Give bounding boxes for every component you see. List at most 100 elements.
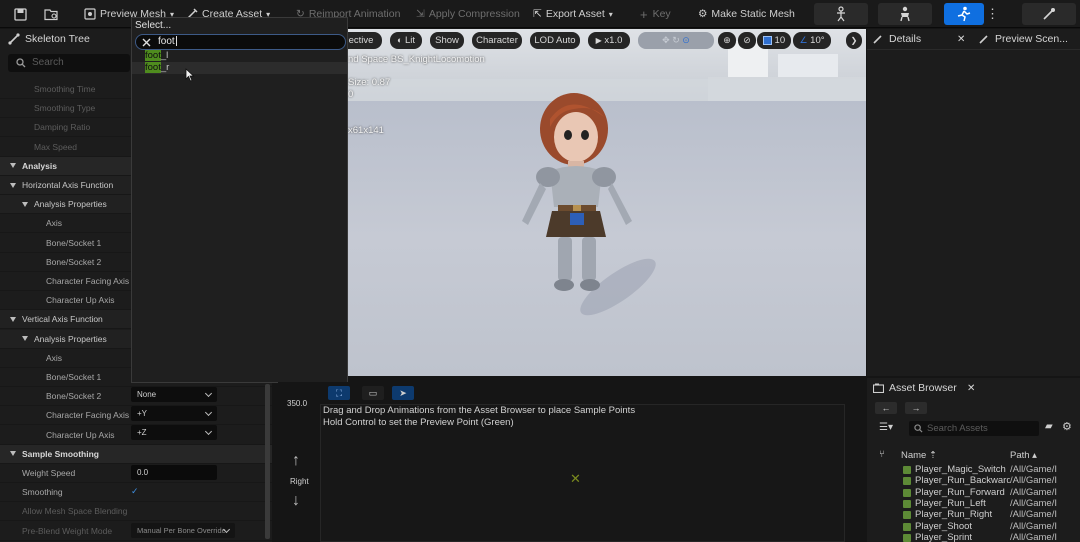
physics-mode-button[interactable]: [1022, 3, 1076, 25]
perspective-button[interactable]: ective: [348, 32, 382, 49]
preview-viewport[interactable]: ective ◐ Lit Show Character LOD Auto ▶ x…: [348, 29, 866, 376]
close-icon[interactable]: [142, 38, 151, 47]
tree-toggle-icon[interactable]: ⑂: [879, 449, 885, 460]
folder-button[interactable]: ▰: [1045, 421, 1053, 432]
make-static-mesh-button[interactable]: ⚙ Make Static Mesh: [698, 4, 795, 24]
apply-compression-button[interactable]: ⇲ Apply Compression: [416, 4, 520, 24]
key-button[interactable]: + Key: [640, 4, 671, 24]
chevron-down-icon: [204, 408, 213, 417]
lod-button[interactable]: LOD Auto: [530, 32, 580, 49]
property-row[interactable]: Sample Smoothing: [0, 444, 272, 464]
back-button[interactable]: ←: [875, 402, 897, 414]
globe-icon: ⊕: [723, 35, 731, 45]
scale-icon[interactable]: ⊙: [682, 35, 690, 45]
asset-path: /All/Game/I: [1010, 531, 1057, 542]
viewport-size-info: Size: 0.87: [348, 77, 391, 88]
asset-path: /All/Game/I: [1010, 520, 1057, 532]
column-path-header[interactable]: Path ▴: [1010, 450, 1037, 461]
filter-icon: ☰▾: [879, 422, 893, 433]
tab-preview-scene[interactable]: Preview Scen...: [979, 29, 1068, 49]
viewport-bounds-info: x61x141: [348, 125, 384, 136]
asset-list-item[interactable]: Player_Shoot/All/Game/I: [867, 521, 1080, 532]
animation-mode-button[interactable]: [944, 3, 984, 25]
world-local-button[interactable]: ⊕: [718, 32, 736, 49]
expand-arrow-icon[interactable]: [22, 336, 28, 342]
expand-arrow-icon[interactable]: [10, 182, 16, 188]
lit-icon: ◐: [396, 35, 403, 45]
close-details-tab-button[interactable]: ✕: [957, 29, 965, 49]
browse-button[interactable]: [44, 4, 59, 24]
grid-snap-button[interactable]: 10: [757, 32, 791, 49]
up-axis-combo[interactable]: +Z: [131, 425, 217, 440]
skeleton-search-input[interactable]: Search: [8, 54, 130, 72]
asset-list-item[interactable]: Player_Run_Forward/All/Game/I: [867, 487, 1080, 498]
bone-socket-2-combo[interactable]: None: [131, 387, 217, 402]
play-icon: ▶: [595, 36, 602, 45]
property-label: Analysis Properties: [34, 333, 107, 344]
asset-list-item[interactable]: Player_Sprint/All/Game/I: [867, 532, 1080, 542]
preview-point-marker[interactable]: ✕: [570, 471, 581, 487]
asset-list-item[interactable]: Player_Magic_Switch/All/Game/I: [867, 464, 1080, 475]
details-panel: Details ✕ Preview Scen...: [867, 29, 1080, 376]
facing-axis-combo[interactable]: +Y: [131, 406, 217, 421]
expand-arrow-icon[interactable]: [10, 316, 16, 322]
animation-sequence-icon: [903, 488, 911, 497]
translate-icon[interactable]: ✥ ↻: [662, 35, 682, 45]
column-name-label: Name: [901, 450, 927, 461]
save-button[interactable]: [14, 4, 27, 24]
asset-list-item[interactable]: Player_Run_Right/All/Game/I: [867, 509, 1080, 520]
fit-view-button[interactable]: ⛶: [328, 386, 350, 400]
animation-sequence-icon: [903, 522, 911, 531]
smoothing-checkbox[interactable]: ✓: [131, 486, 139, 497]
tab-asset-browser[interactable]: Asset Browser: [873, 378, 957, 398]
tab-skeleton-tree[interactable]: Skeleton Tree: [8, 29, 90, 49]
expand-arrow-icon[interactable]: [22, 201, 28, 207]
blend-space-grid[interactable]: Drag and Drop Animations from the Asset …: [320, 404, 845, 542]
expand-arrow-icon[interactable]: [10, 451, 16, 457]
angle-icon: ∠: [799, 35, 808, 45]
property-row: Allow Mesh Space Blending: [0, 502, 272, 522]
tab-details[interactable]: Details: [873, 29, 921, 49]
expand-arrow-icon[interactable]: [10, 163, 16, 169]
property-label: Character Up Axis: [46, 429, 115, 440]
forward-button[interactable]: →: [905, 402, 927, 414]
arrow-left-icon: ←: [881, 403, 891, 413]
weight-speed-field[interactable]: 0.0: [131, 465, 217, 480]
viewport-options-button[interactable]: ❯: [846, 32, 862, 49]
show-button[interactable]: Show: [430, 32, 464, 49]
settings-button[interactable]: ⚙: [1062, 420, 1072, 433]
plus-icon: +: [640, 6, 648, 22]
close-asset-browser-button[interactable]: ✕: [967, 378, 975, 398]
skeleton-mode-button[interactable]: [814, 3, 868, 25]
column-name-header[interactable]: Name ⇡: [901, 450, 937, 461]
property-label: Smoothing Type: [34, 103, 96, 114]
graph-hint-preview: Hold Control to set the Preview Point (G…: [323, 417, 514, 428]
character-button[interactable]: Character: [472, 32, 522, 49]
weight-speed-value: 0.0: [137, 468, 149, 477]
physics-icon: [1043, 8, 1055, 20]
rotation-snap-button[interactable]: ∠ 10°: [793, 32, 831, 49]
export-asset-button[interactable]: ⇱ Export Asset ▾: [533, 4, 613, 24]
mode-options-button[interactable]: ⋮: [986, 4, 999, 24]
cursor-tool-button[interactable]: ➤: [392, 386, 414, 400]
facing-axis-value: +Y: [137, 409, 148, 418]
preblend-weight-combo[interactable]: Manual Per Bone Override: [131, 523, 235, 538]
bone-option-foot-r[interactable]: foot_r: [132, 62, 347, 74]
property-label: Bone/Socket 2: [46, 256, 102, 267]
transform-tools-group[interactable]: ✥ ↻ ⊙: [638, 32, 714, 49]
playback-speed-button[interactable]: ▶ x1.0: [588, 32, 630, 49]
bone-search-input[interactable]: foot: [135, 34, 346, 50]
filter-button[interactable]: ☰▾: [879, 422, 893, 433]
lit-button[interactable]: ◐ Lit: [390, 32, 422, 49]
running-man-icon: [957, 6, 971, 22]
mesh-mode-button[interactable]: [878, 3, 932, 25]
bone-option-foot-l[interactable]: foot_l: [132, 50, 347, 62]
asset-search-input[interactable]: Search Assets: [909, 421, 1039, 436]
close-icon: ✕: [957, 33, 966, 45]
make-static-mesh-label: Make Static Mesh: [711, 8, 795, 20]
asset-list-item[interactable]: Player_Run_Left/All/Game/I: [867, 498, 1080, 509]
asset-list-item[interactable]: Player_Run_Backward/All/Game/I: [867, 475, 1080, 486]
left-panel-scrollbar[interactable]: [265, 384, 270, 539]
surface-snap-button[interactable]: ⊘: [738, 32, 756, 49]
show-triangulation-button[interactable]: ▭: [362, 386, 384, 400]
